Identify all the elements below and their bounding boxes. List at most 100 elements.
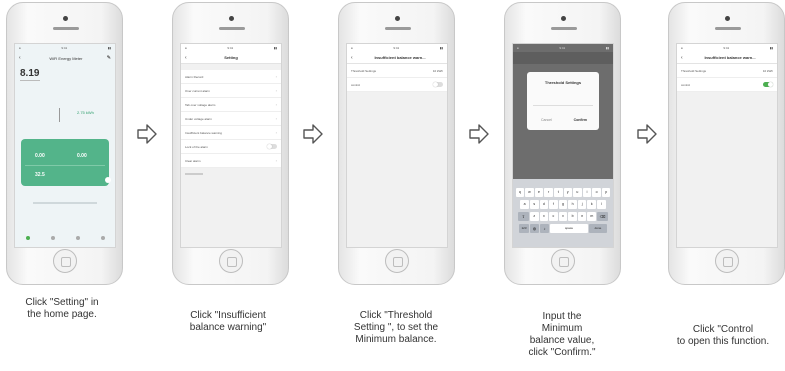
navbar: ‹ WiFi Energy Meter ✎ xyxy=(15,52,115,64)
key[interactable]: j xyxy=(577,200,587,209)
key[interactable]: w xyxy=(525,188,534,197)
camera xyxy=(395,16,400,21)
keyboard-row-3: ⇧ z x c v b n m ⌫ xyxy=(513,212,613,221)
key[interactable]: a xyxy=(520,200,529,209)
key[interactable]: i xyxy=(582,188,592,197)
key[interactable]: u xyxy=(573,188,582,197)
threshold-value: 10 kWh xyxy=(432,68,443,73)
key[interactable]: h xyxy=(568,200,577,209)
status-bar: ● 9:41 ▮▮ xyxy=(517,46,609,50)
lock-alarm-toggle[interactable] xyxy=(267,144,277,149)
threshold-setting-row[interactable]: Threshold Settings 10 kWh xyxy=(677,64,777,78)
home-button[interactable] xyxy=(715,249,739,273)
tab-4-icon[interactable] xyxy=(100,236,105,240)
home-button[interactable] xyxy=(385,249,409,273)
caption-line: Setting ", to set the xyxy=(353,322,439,333)
dialog-cancel-button[interactable]: Cancel xyxy=(541,118,552,122)
space-key[interactable]: space xyxy=(550,224,588,233)
tab-bar xyxy=(15,229,115,247)
card-value-2: 0.00 xyxy=(77,153,87,159)
energy-value: 2.75 kWh xyxy=(77,110,94,115)
arrow-right-icon xyxy=(469,124,489,144)
screen-title: Setting xyxy=(224,55,238,60)
chevron-right-icon: › xyxy=(275,158,277,163)
caption-2: Click "Insufficient balance warning" xyxy=(164,310,292,334)
threshold-setting-row[interactable]: Threshold Settings 10 kWh xyxy=(347,64,447,78)
key[interactable]: b xyxy=(568,212,577,221)
key[interactable]: g xyxy=(558,200,568,209)
done-key[interactable]: done xyxy=(589,224,607,233)
setting-item-insufficient-balance[interactable]: Insufficient balance warning › xyxy=(181,126,281,140)
setting-item-over-current[interactable]: Over current alarm › xyxy=(181,84,281,98)
key[interactable]: t xyxy=(553,188,563,197)
setting-item-clear-alarm[interactable]: Clear alarm › xyxy=(181,154,281,168)
dialog-input[interactable] xyxy=(533,98,593,106)
key[interactable]: v xyxy=(558,212,568,221)
key[interactable]: p xyxy=(601,188,611,197)
key[interactable]: n xyxy=(577,212,587,221)
setting-item-alarm-record[interactable]: Alarm Record › xyxy=(181,70,281,84)
energy-card[interactable]: 0.00 0.00 32.5 xyxy=(21,139,111,186)
keyboard-row-1: q w e r t y u i o p xyxy=(513,188,613,197)
key[interactable]: s xyxy=(529,200,539,209)
control-toggle[interactable] xyxy=(763,82,773,87)
tab-home-icon[interactable] xyxy=(25,236,30,240)
setting-item-lock-alarm[interactable]: Lock of the alarm xyxy=(181,140,281,154)
home-button[interactable] xyxy=(219,249,243,273)
caption-line: Click "Threshold xyxy=(359,310,433,321)
key[interactable]: l xyxy=(597,200,606,209)
chevron-right-icon: › xyxy=(275,116,277,121)
control-row: control xyxy=(677,78,777,92)
arrow-right-icon xyxy=(637,124,657,144)
phone-frame: ● 9:41 ▮▮ ‹ Setting Alarm Record › Over cur… xyxy=(172,2,289,285)
step-1: ● 9:41 ▮▮ ‹ WiFi Energy Meter ✎ 8.19 2.75 … xyxy=(6,0,126,371)
tab-2-icon[interactable] xyxy=(50,236,55,240)
navbar: ‹ Setting xyxy=(181,52,281,64)
backspace-key-icon[interactable]: ⌫ xyxy=(597,212,609,221)
camera xyxy=(561,16,566,21)
step-3: ● 9:41 ▮▮ ‹ Insufficient balance warn... T… xyxy=(338,0,458,371)
numbers-key[interactable]: 123 xyxy=(519,224,529,233)
mic-key-icon[interactable]: ♪ xyxy=(540,224,549,233)
setting-item-under-voltage[interactable]: Under voltage alarm › xyxy=(181,112,281,126)
step-4: ● 9:41 ▮▮ Threshold Settings Cancel Confir… xyxy=(504,0,624,371)
key[interactable]: k xyxy=(587,200,597,209)
arrow-right-icon xyxy=(137,124,157,144)
key[interactable]: o xyxy=(592,188,601,197)
key[interactable]: q xyxy=(515,188,525,197)
status-bar: ● 9:41 ▮▮ xyxy=(19,46,111,50)
home-button[interactable] xyxy=(53,249,77,273)
step-2: ● 9:41 ▮▮ ‹ Setting Alarm Record › Over cur… xyxy=(172,0,292,371)
speaker xyxy=(551,27,577,30)
key[interactable]: r xyxy=(544,188,553,197)
key[interactable]: x xyxy=(539,212,549,221)
phone-frame: ● 9:41 ▮▮ ‹ WiFi Energy Meter ✎ 8.19 2.75 … xyxy=(6,2,123,285)
card-dot-icon xyxy=(105,177,111,183)
chevron-right-icon: › xyxy=(275,74,277,79)
globe-key-icon[interactable]: ◍ xyxy=(530,224,539,233)
control-toggle[interactable] xyxy=(433,82,443,87)
caption-line: Click "Insufficient xyxy=(190,310,266,321)
key[interactable]: m xyxy=(587,212,597,221)
home-button[interactable] xyxy=(551,249,575,273)
key[interactable]: e xyxy=(534,188,544,197)
balance-value: 8.19 xyxy=(20,68,40,79)
key[interactable]: c xyxy=(549,212,558,221)
key[interactable]: y xyxy=(563,188,573,197)
caption-line: to open this function. xyxy=(676,336,770,347)
camera xyxy=(725,16,730,21)
setting-item-over-voltage[interactable]: Tab over voltage alarm › xyxy=(181,98,281,112)
key[interactable]: d xyxy=(539,200,549,209)
setting-screen: ● 9:41 ▮▮ ‹ Setting Alarm Record › Over cur… xyxy=(180,43,282,248)
shift-key-icon[interactable]: ⇧ xyxy=(517,212,529,221)
key[interactable]: z xyxy=(529,212,539,221)
tab-3-icon[interactable] xyxy=(75,236,80,240)
version-text-placeholder xyxy=(185,173,203,175)
camera xyxy=(63,16,68,21)
setting-icon[interactable]: ✎ xyxy=(107,55,111,61)
control-row: control xyxy=(347,78,447,92)
navbar: ‹ Insufficient balance warn... xyxy=(677,52,777,64)
key[interactable]: f xyxy=(549,200,558,209)
dialog-confirm-button[interactable]: Confirm xyxy=(574,118,587,122)
hint-line xyxy=(33,202,97,204)
